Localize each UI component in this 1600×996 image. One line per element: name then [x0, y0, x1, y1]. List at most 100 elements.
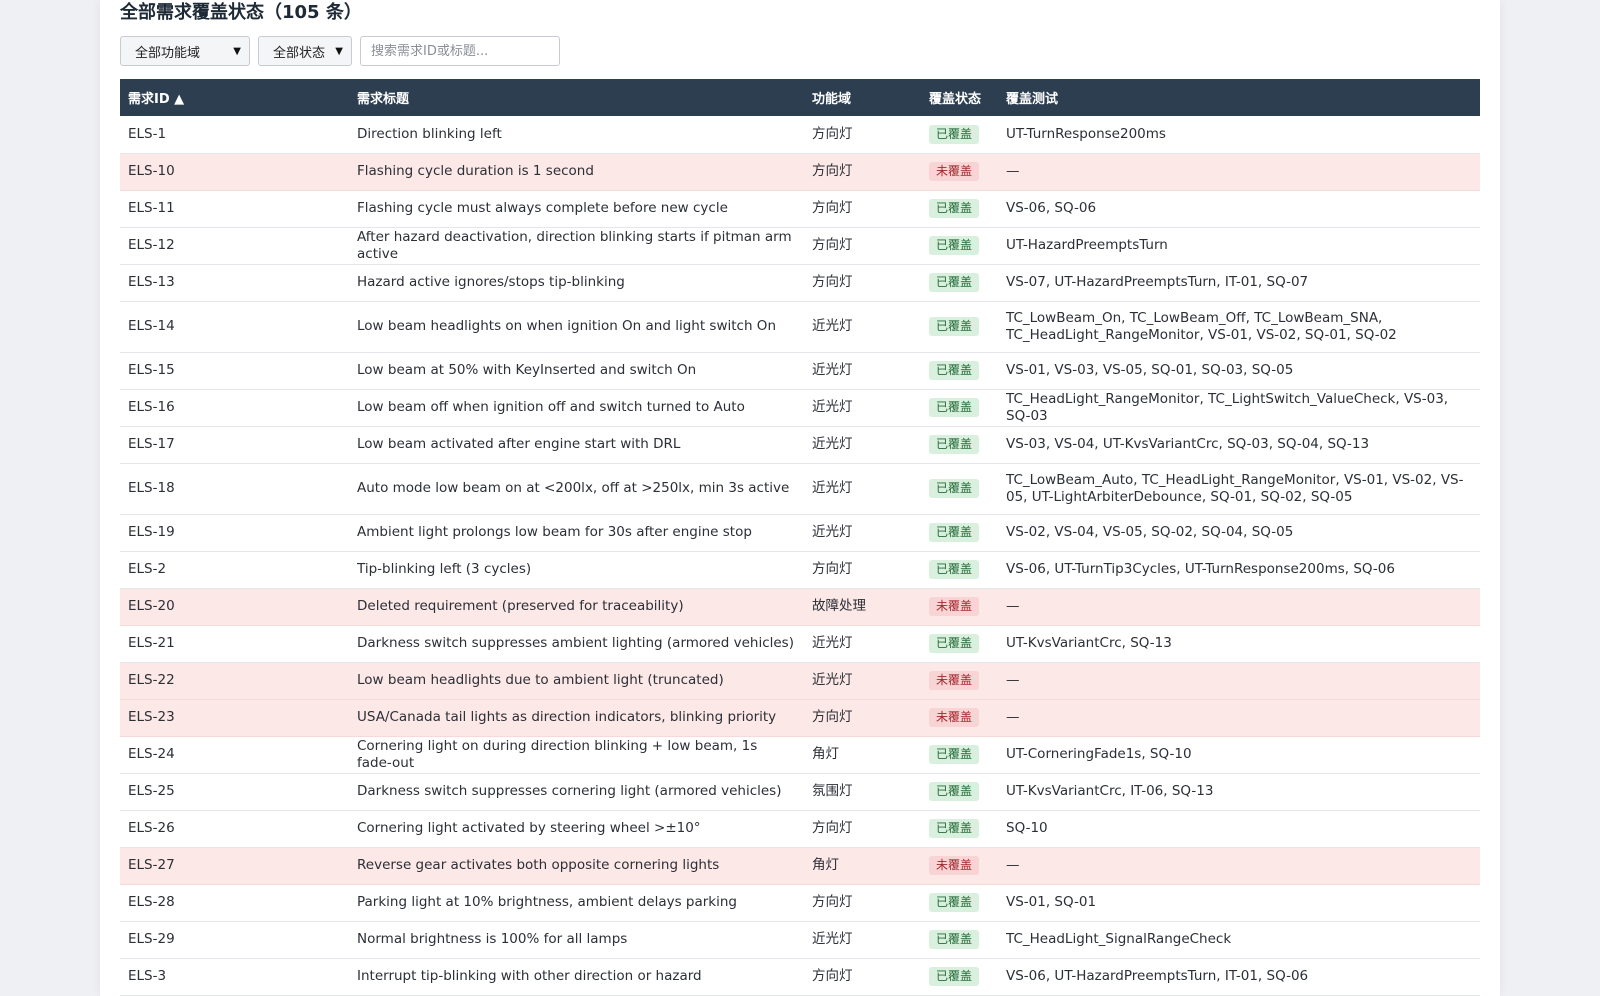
- table-row[interactable]: ELS-3 Interrupt tip-blinking with other d…: [120, 958, 1480, 996]
- table-row[interactable]: ELS-2 Tip-blinking left (3 cycles) 方向灯 已覆盖 V…: [120, 551, 1480, 589]
- status-filter-select[interactable]: 全部状态 ▼: [258, 36, 352, 66]
- domain-filter-value: 全部功能域: [135, 45, 201, 61]
- table-header-row: 需求ID ▲ 需求标题 功能域 覆盖状态 覆盖测试: [120, 79, 1480, 116]
- cell-coverage-tests: TC_LowBeam_Auto, TC_HeadLight_RangeMonit…: [998, 463, 1480, 515]
- table-row[interactable]: ELS-16 Low beam off when ignition off and…: [120, 389, 1480, 427]
- status-badge: 未覆盖: [929, 162, 980, 181]
- cell-requirement-title: After hazard deactivation, direction bli…: [349, 227, 804, 265]
- cell-requirement-id: ELS-16: [120, 389, 349, 427]
- cell-coverage-tests: TC_LowBeam_On, TC_LowBeam_Off, TC_LowBea…: [998, 301, 1480, 353]
- cell-requirement-id: ELS-2: [120, 551, 349, 589]
- cell-requirement-title: Cornering light activated by steering wh…: [349, 810, 804, 848]
- cell-requirement-title: USA/Canada tail lights as direction indi…: [349, 699, 804, 737]
- table-row[interactable]: ELS-19 Ambient light prolongs low beam fo…: [120, 514, 1480, 552]
- table-row[interactable]: ELS-29 Normal brightness is 100% for all …: [120, 921, 1480, 959]
- cell-requirement-id: ELS-14: [120, 301, 349, 353]
- column-header-domain[interactable]: 功能域: [804, 79, 921, 116]
- cell-requirement-id: ELS-15: [120, 352, 349, 390]
- status-badge: 已覆盖: [929, 893, 980, 912]
- cell-requirement-id: ELS-17: [120, 426, 349, 464]
- cell-requirement-title: Auto mode low beam on at <200lx, off at …: [349, 463, 804, 515]
- cell-requirement-title: Direction blinking left: [349, 116, 804, 154]
- table-row[interactable]: ELS-23 USA/Canada tail lights as directio…: [120, 699, 1480, 737]
- table-row[interactable]: ELS-21 Darkness switch suppresses ambient…: [120, 625, 1480, 663]
- cell-coverage-tests: UT-KvsVariantCrc, IT-06, SQ-13: [998, 773, 1480, 811]
- cell-requirement-title: Parking light at 10% brightness, ambient…: [349, 884, 804, 922]
- cell-requirement-title: Interrupt tip-blinking with other direct…: [349, 958, 804, 996]
- column-header-id[interactable]: 需求ID ▲: [120, 79, 349, 116]
- cell-status: 已覆盖: [921, 884, 998, 922]
- table-row[interactable]: ELS-17 Low beam activated after engine st…: [120, 426, 1480, 464]
- table-row[interactable]: ELS-13 Hazard active ignores/stops tip-bl…: [120, 264, 1480, 302]
- cell-domain: 方向灯: [804, 810, 921, 848]
- table-row[interactable]: ELS-11 Flashing cycle must always complet…: [120, 190, 1480, 228]
- cell-coverage-tests: VS-06, SQ-06: [998, 190, 1480, 228]
- cell-requirement-id: ELS-10: [120, 153, 349, 191]
- cell-status: 已覆盖: [921, 625, 998, 663]
- cell-status: 未覆盖: [921, 847, 998, 885]
- domain-filter-select[interactable]: 全部功能域 ▼: [120, 36, 250, 66]
- coverage-panel: 全部需求覆盖状态（105 条） 全部功能域 ▼ 全部状态 ▼ 搜索需求ID或标题…: [100, 0, 1500, 996]
- table-row[interactable]: ELS-25 Darkness switch suppresses corneri…: [120, 773, 1480, 811]
- status-badge: 已覆盖: [929, 317, 980, 336]
- table-row[interactable]: ELS-10 Flashing cycle duration is 1 secon…: [120, 153, 1480, 191]
- cell-coverage-tests: —: [998, 662, 1480, 700]
- status-badge: 已覆盖: [929, 782, 980, 801]
- cell-status: 已覆盖: [921, 736, 998, 774]
- cell-coverage-tests: —: [998, 588, 1480, 626]
- status-badge: 未覆盖: [929, 708, 980, 727]
- cell-requirement-id: ELS-24: [120, 736, 349, 774]
- table-row[interactable]: ELS-15 Low beam at 50% with KeyInserted a…: [120, 352, 1480, 390]
- column-header-title[interactable]: 需求标题: [349, 79, 804, 116]
- cell-domain: 方向灯: [804, 190, 921, 228]
- cell-domain: 近光灯: [804, 389, 921, 427]
- cell-requirement-id: ELS-12: [120, 227, 349, 265]
- chevron-down-icon: ▼: [335, 45, 343, 57]
- cell-coverage-tests: UT-HazardPreemptsTurn: [998, 227, 1480, 265]
- cell-status: 已覆盖: [921, 301, 998, 353]
- page-title: 全部需求覆盖状态（105 条）: [120, 2, 362, 23]
- cell-status: 已覆盖: [921, 958, 998, 996]
- status-badge: 未覆盖: [929, 856, 980, 875]
- cell-status: 已覆盖: [921, 116, 998, 154]
- table-row[interactable]: ELS-28 Parking light at 10% brightness, a…: [120, 884, 1480, 922]
- status-badge: 已覆盖: [929, 523, 980, 542]
- cell-requirement-id: ELS-23: [120, 699, 349, 737]
- cell-requirement-id: ELS-20: [120, 588, 349, 626]
- table-row[interactable]: ELS-24 Cornering light on during directio…: [120, 736, 1480, 774]
- cell-status: 已覆盖: [921, 190, 998, 228]
- cell-coverage-tests: SQ-10: [998, 810, 1480, 848]
- cell-status: 未覆盖: [921, 699, 998, 737]
- search-input[interactable]: [360, 36, 560, 66]
- table-row[interactable]: ELS-18 Auto mode low beam on at <200lx, o…: [120, 463, 1480, 515]
- status-badge: 已覆盖: [929, 745, 980, 764]
- column-header-tests[interactable]: 覆盖测试: [998, 79, 1480, 116]
- table-row[interactable]: ELS-27 Reverse gear activates both opposi…: [120, 847, 1480, 885]
- cell-coverage-tests: UT-KvsVariantCrc, SQ-13: [998, 625, 1480, 663]
- cell-requirement-title: Darkness switch suppresses ambient light…: [349, 625, 804, 663]
- table-row[interactable]: ELS-26 Cornering light activated by steer…: [120, 810, 1480, 848]
- status-badge: 已覆盖: [929, 479, 980, 498]
- table-row[interactable]: ELS-14 Low beam headlights on when igniti…: [120, 301, 1480, 353]
- table-row[interactable]: ELS-20 Deleted requirement (preserved for…: [120, 588, 1480, 626]
- cell-domain: 近光灯: [804, 662, 921, 700]
- cell-requirement-title: Reverse gear activates both opposite cor…: [349, 847, 804, 885]
- cell-requirement-id: ELS-26: [120, 810, 349, 848]
- table-row[interactable]: ELS-1 Direction blinking left 方向灯 已覆盖 UT-Tur…: [120, 116, 1480, 154]
- column-header-status[interactable]: 覆盖状态: [921, 79, 998, 116]
- cell-domain: 角灯: [804, 847, 921, 885]
- cell-coverage-tests: TC_HeadLight_RangeMonitor, TC_LightSwitc…: [998, 389, 1480, 427]
- cell-coverage-tests: —: [998, 153, 1480, 191]
- cell-domain: 近光灯: [804, 514, 921, 552]
- status-badge: 已覆盖: [929, 435, 980, 454]
- cell-requirement-id: ELS-3: [120, 958, 349, 996]
- cell-coverage-tests: VS-07, UT-HazardPreemptsTurn, IT-01, SQ-…: [998, 264, 1480, 302]
- cell-requirement-id: ELS-13: [120, 264, 349, 302]
- table-row[interactable]: ELS-22 Low beam headlights due to ambient…: [120, 662, 1480, 700]
- cell-status: 已覆盖: [921, 921, 998, 959]
- table-row[interactable]: ELS-12 After hazard deactivation, directi…: [120, 227, 1480, 265]
- cell-status: 未覆盖: [921, 153, 998, 191]
- cell-requirement-id: ELS-11: [120, 190, 349, 228]
- cell-requirement-title: Low beam headlights on when ignition On …: [349, 301, 804, 353]
- cell-domain: 近光灯: [804, 426, 921, 464]
